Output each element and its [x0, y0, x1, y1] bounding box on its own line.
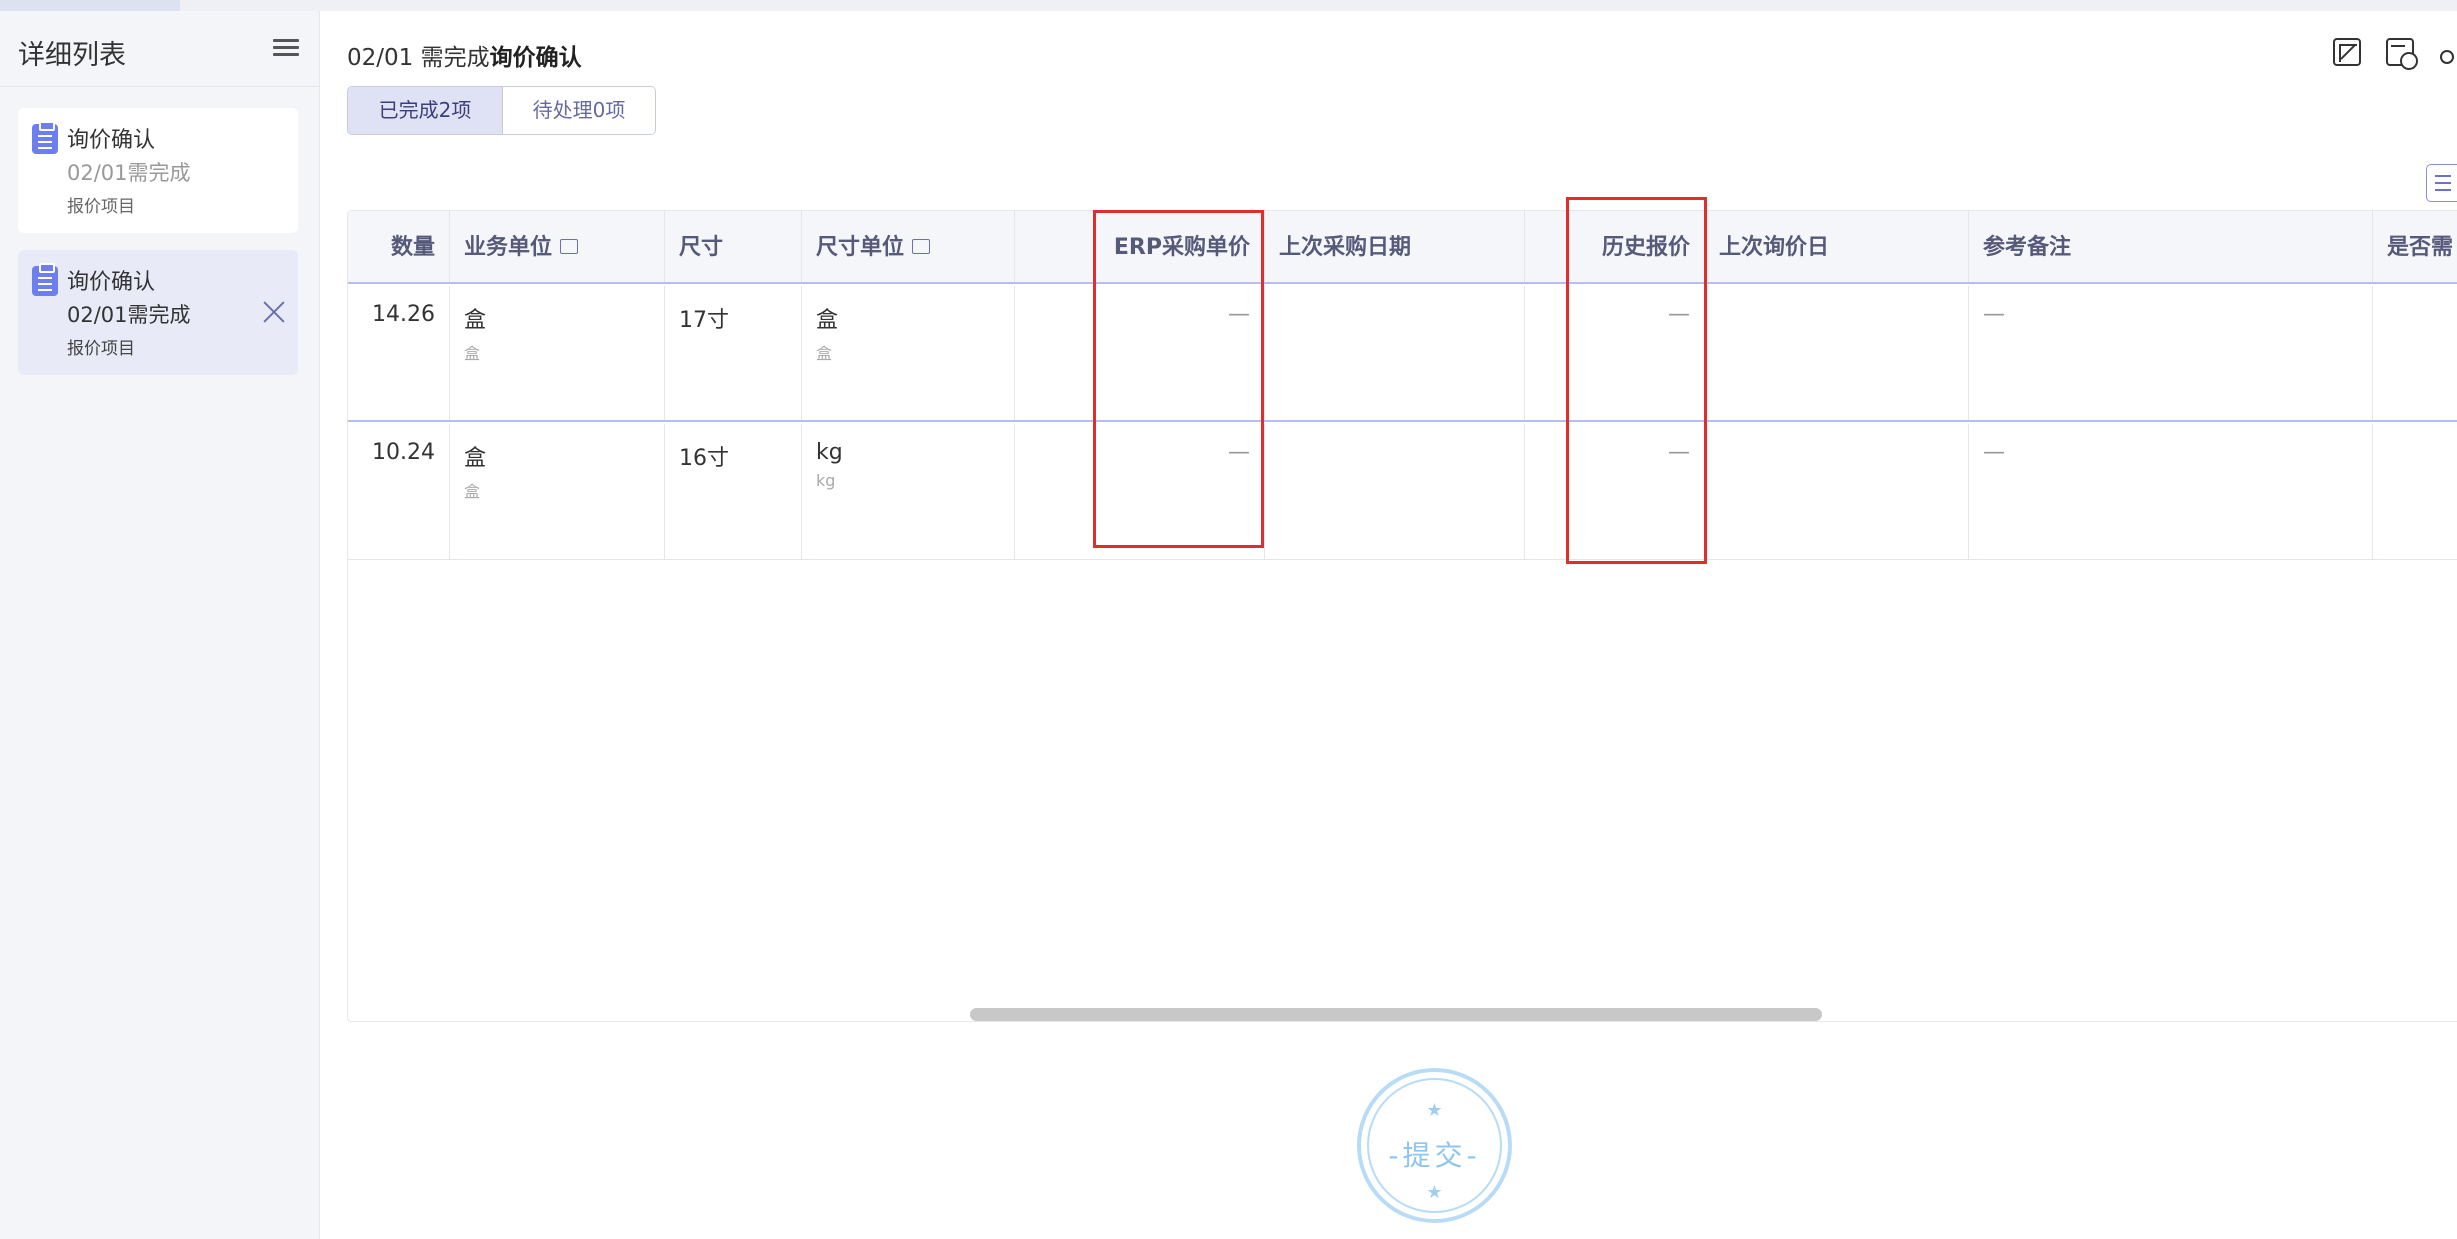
list-item-subtitle: 报价项目	[67, 339, 135, 359]
cell-last-inquiry-date	[1705, 286, 1969, 420]
cell-qty: 10.24	[372, 440, 435, 465]
col-qty: 数量	[348, 211, 450, 282]
image-icon	[912, 238, 931, 254]
sidebar-header: 详细列表	[0, 11, 320, 87]
list-item-title: 询价确认	[67, 270, 156, 295]
close-icon[interactable]	[262, 300, 286, 324]
cell-biz-unit: 盒	[464, 446, 487, 471]
table-header: 数量 业务单位 尺寸 尺寸单位 ERP采购单价 上次采购日期 历史报价 上次询价…	[348, 211, 2457, 284]
highlight-box-history-price	[1566, 197, 1707, 564]
cell-size: 17寸	[679, 308, 729, 333]
share-icon[interactable]	[2440, 38, 2457, 66]
tab-done[interactable]: 已完成2项	[348, 87, 503, 134]
cell-need	[2373, 424, 2457, 559]
col-ref-note: 参考备注	[1969, 211, 2373, 282]
top-strip	[0, 0, 2457, 11]
list-item-date: 02/01需完成	[67, 303, 191, 327]
col-biz-unit: 业务单位	[450, 211, 665, 282]
sidebar: 详细列表 询价确认 02/01需完成 报价项目 询价确认 02/01需完成 报价…	[0, 11, 320, 1239]
cell-ref-note: —	[1983, 302, 2005, 327]
clipboard-icon	[32, 121, 58, 154]
col-last-inquiry-date: 上次询价日	[1705, 211, 1969, 282]
page-title-name: 询价确认	[489, 45, 582, 71]
calendar-clock-icon[interactable]	[2386, 38, 2418, 70]
menu-icon[interactable]	[270, 35, 302, 65]
list-item-selected[interactable]: 询价确认 02/01需完成 报价项目	[18, 250, 298, 375]
col-need: 是否需	[2387, 235, 2454, 260]
star-icon: ★	[1426, 1100, 1443, 1121]
data-table: 数量 业务单位 尺寸 尺寸单位 ERP采购单价 上次采购日期 历史报价 上次询价…	[347, 210, 2457, 1022]
list-item-date: 02/01需完成	[67, 161, 191, 185]
cell-qty: 14.26	[372, 302, 435, 327]
col-size: 尺寸	[665, 211, 802, 282]
cell-size: 16寸	[679, 446, 729, 471]
table-row[interactable]: 10.24 盒盒 16寸 kg kg — — —	[348, 424, 2457, 560]
cell-biz-unit: 盒	[464, 308, 487, 333]
cell-last-purchase-date	[1265, 424, 1525, 559]
submit-stamp-button[interactable]: ★ -提交- ★	[1357, 1068, 1512, 1223]
cell-size-unit: kg	[816, 440, 843, 465]
tab-indicator	[0, 0, 180, 11]
page-title-date: 02/01 需完成	[347, 45, 490, 71]
star-icon: ★	[1426, 1182, 1443, 1203]
cell-size-unit-sub: kg	[816, 471, 836, 490]
column-settings-button[interactable]	[2426, 164, 2457, 202]
cell-need	[2373, 286, 2457, 420]
highlight-box-erp-price	[1093, 210, 1264, 548]
status-tabs: 已完成2项 待处理0项	[347, 86, 656, 135]
page-title: 02/01 需完成询价确认	[347, 38, 582, 72]
stamp-label: -提交-	[1388, 1139, 1481, 1172]
col-size-unit: 尺寸单位	[802, 211, 1015, 282]
list-item-title: 询价确认	[67, 128, 156, 153]
stamp-inner-ring: ★ -提交- ★	[1367, 1078, 1502, 1213]
cell-size-unit: 盒	[816, 308, 839, 333]
cell-biz-unit-sub: 盒	[464, 344, 481, 363]
cell-last-inquiry-date	[1705, 424, 1969, 559]
cell-last-purchase-date	[1265, 286, 1525, 420]
fullscreen-icon[interactable]	[2333, 38, 2361, 66]
cell-biz-unit-sub: 盒	[464, 482, 481, 501]
list-item-subtitle: 报价项目	[67, 197, 135, 217]
tab-pending[interactable]: 待处理0项	[503, 87, 655, 134]
cell-ref-note: —	[1983, 440, 2005, 465]
sidebar-title: 详细列表	[18, 40, 126, 71]
cell-size-unit-sub: 盒	[816, 344, 833, 363]
image-icon	[560, 238, 579, 254]
list-item[interactable]: 询价确认 02/01需完成 报价项目	[18, 108, 298, 233]
col-last-purchase-date: 上次采购日期	[1265, 211, 1525, 282]
horizontal-scrollbar[interactable]	[970, 1008, 1822, 1021]
clipboard-icon	[32, 263, 58, 296]
table-row[interactable]: 14.26 盒盒 17寸 盒盒 — — —	[348, 286, 2457, 422]
